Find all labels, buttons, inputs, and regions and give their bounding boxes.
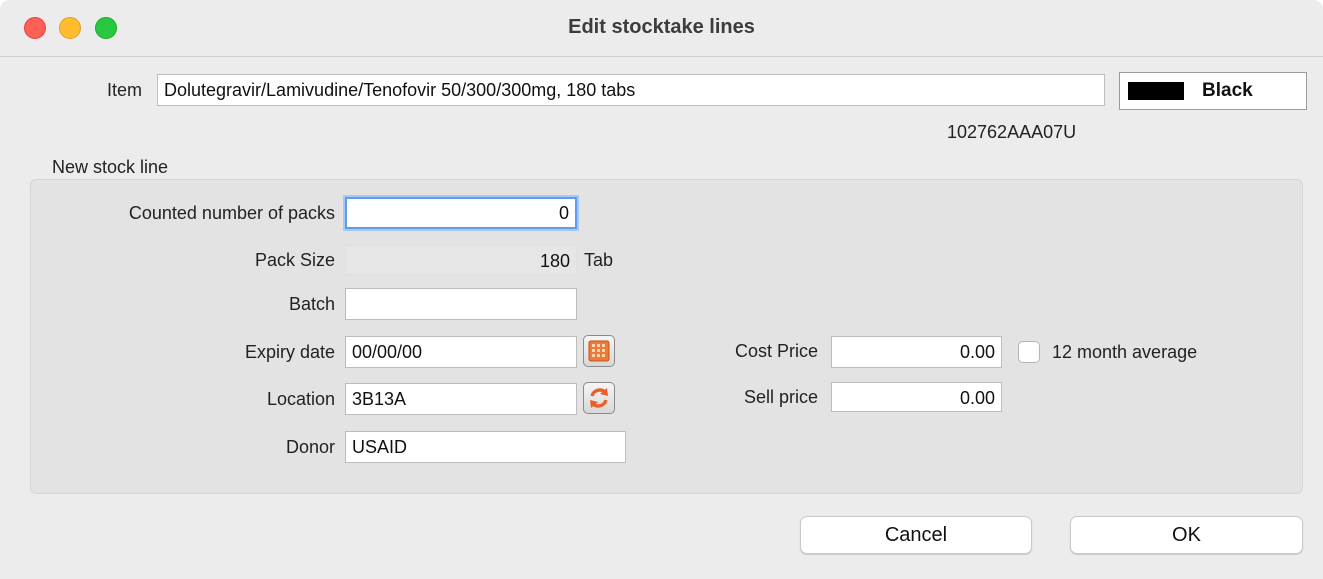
location-label: Location	[266, 389, 335, 409]
donor-input[interactable]: USAID	[345, 431, 626, 463]
section-title: New stock line	[52, 157, 169, 177]
color-swatch	[1128, 82, 1184, 100]
location-input[interactable]: 3B13A	[345, 383, 577, 415]
twelve-month-average-checkbox[interactable]	[1018, 341, 1040, 363]
cancel-button[interactable]: Cancel	[800, 516, 1032, 554]
expiry-date-input[interactable]: 00/00/00	[345, 336, 577, 368]
sell-price-input[interactable]: 0.00	[831, 382, 1002, 412]
batch-label: Batch	[288, 294, 335, 314]
location-refresh-button[interactable]	[583, 382, 615, 414]
pack-size-label: Pack Size	[254, 250, 335, 270]
refresh-icon	[590, 388, 608, 408]
expiry-date-label: Expiry date	[244, 342, 335, 362]
ok-button[interactable]: OK	[1070, 516, 1303, 554]
calendar-icon	[588, 340, 610, 362]
pack-unit-label: Tab	[584, 250, 614, 270]
twelve-month-average-label: 12 month average	[1052, 342, 1198, 362]
item-color-indicator[interactable]: Black	[1119, 72, 1307, 110]
pack-size-field: 180	[345, 245, 577, 275]
calendar-button[interactable]	[583, 335, 615, 367]
item-name-field[interactable]: Dolutegravir/Lamivudine/Tenofovir 50/300…	[157, 74, 1105, 106]
dialog-window: Edit stocktake lines Item Dolutegravir/L…	[0, 0, 1323, 579]
title-bar: Edit stocktake lines	[0, 0, 1323, 57]
cost-price-input[interactable]: 0.00	[831, 336, 1002, 368]
sell-price-label: Sell price	[743, 387, 818, 407]
batch-input[interactable]	[345, 288, 577, 320]
counted-packs-label: Counted number of packs	[128, 203, 335, 223]
item-code: 102762AAA07U	[947, 122, 1077, 142]
cost-price-label: Cost Price	[734, 341, 818, 361]
color-name: Black	[1202, 80, 1253, 101]
window-title: Edit stocktake lines	[568, 16, 755, 38]
donor-label: Donor	[285, 437, 335, 457]
counted-packs-input[interactable]: 0	[345, 197, 577, 229]
item-label: Item	[107, 80, 143, 100]
